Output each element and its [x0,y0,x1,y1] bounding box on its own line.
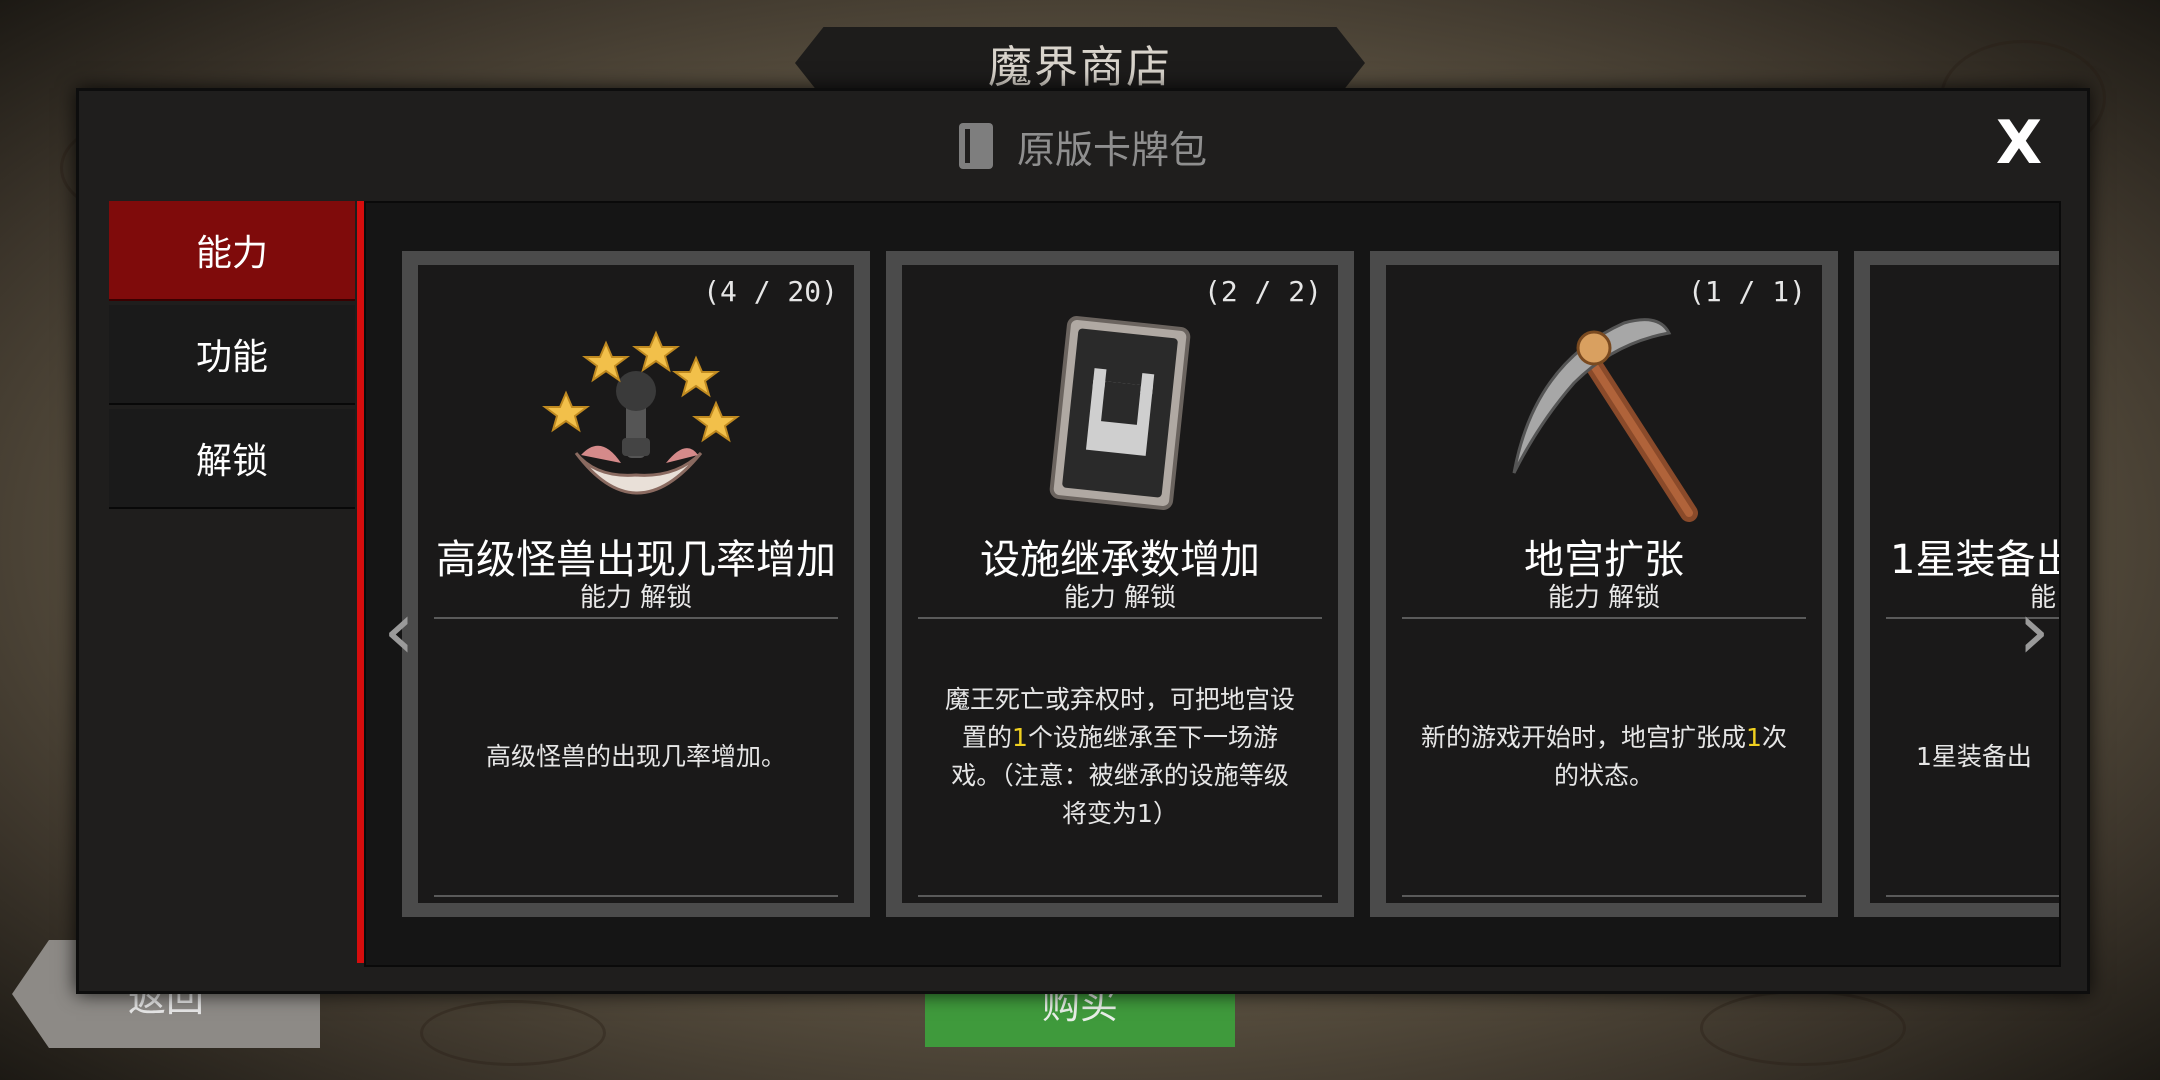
category-sidebar: 能力 功能 解锁 [109,201,355,963]
card-description: 新的游戏开始时，地宫扩张成1次的状态。 [1402,617,1806,897]
card-pack-icon [958,123,993,169]
pickaxe-icon [1512,318,1698,522]
card-list: (4 / 20) 高级怪兽出现几率增加 能力 解锁 高级怪兽的出现几率增加。 (… [364,201,2061,967]
card-description-text: 新的游戏开始时，地宫扩张成1次的状态。 [1414,719,1794,795]
card-type: 能力 解锁 [1547,583,1661,613]
chevron-right-icon[interactable]: › [2014,591,2054,671]
sidebar-item-function[interactable]: 功能 [109,305,355,405]
chevron-left-icon[interactable]: ‹ [379,591,419,671]
card-type: 能力 解锁 [579,583,693,613]
sidebar-divider [357,201,364,963]
shop-title: 魔界商店 [988,42,1172,93]
card-type: 能力 解锁 [1063,583,1177,613]
desc-highlight-number: 1 [1012,723,1028,752]
card-item[interactable]: (2 / 2) 设施继承数增加 能力 解锁 魔王死亡或弃权时，可把地宫设置的1个… [886,251,1354,917]
card-item[interactable]: (1 / 1) 地宫扩张 能力 解锁 新的游戏开始时，地宫扩张成1次的状态。 [1370,251,1838,917]
modal-header: 原版卡牌包 [79,91,2087,201]
sidebar-item-label: 解锁 [195,441,268,482]
sidebar-item-label: 能力 [195,233,268,274]
sidebar-item-label: 功能 [195,337,268,378]
card-pack-modal: 原版卡牌包 X 能力 功能 解锁 (4 / 20) 高级怪兽出现几率增加 能力 … [76,88,2090,994]
desc-part: 新的游戏开始时，地宫扩张成 [1421,723,1747,752]
card-description: 魔王死亡或弃权时，可把地宫设置的1个设施继承至下一场游戏。（注意：被继承的设施等… [918,617,1322,897]
facility-card-icon [1049,316,1191,510]
card-description-text: 1星装备出 [1916,742,2032,771]
card-body: (4 / 20) 高级怪兽出现几率增加 能力 解锁 高级怪兽的出现几率增加。 [418,265,854,903]
close-button[interactable]: X [1989,113,2049,173]
card-body: (1 / 1) 地宫扩张 能力 解锁 新的游戏开始时，地宫扩张成1次的状态。 [1386,265,1822,903]
card-description-text: 魔王死亡或弃权时，可把地宫设置的1个设施继承至下一场游戏。（注意：被继承的设施等… [940,681,1300,833]
card-description-text: 高级怪兽的出现几率增加。 [485,742,786,771]
map-doodle [420,1000,606,1066]
map-doodle [1700,990,1906,1066]
card-body: (2 / 2) 设施继承数增加 能力 解锁 魔王死亡或弃权时，可把地宫设置的1个… [902,265,1338,903]
modal-title: 原版卡牌包 [1016,127,1207,172]
card-description: 高级怪兽的出现几率增加。 [434,617,838,897]
sidebar-item-unlock[interactable]: 解锁 [109,409,355,509]
desc-highlight-number: 1 [1746,723,1762,752]
star-egg-joystick-icon [542,330,740,495]
card-item[interactable]: (4 / 20) 高级怪兽出现几率增加 能力 解锁 高级怪兽的出现几率增加。 [402,251,870,917]
sidebar-item-ability[interactable]: 能力 [109,201,355,301]
